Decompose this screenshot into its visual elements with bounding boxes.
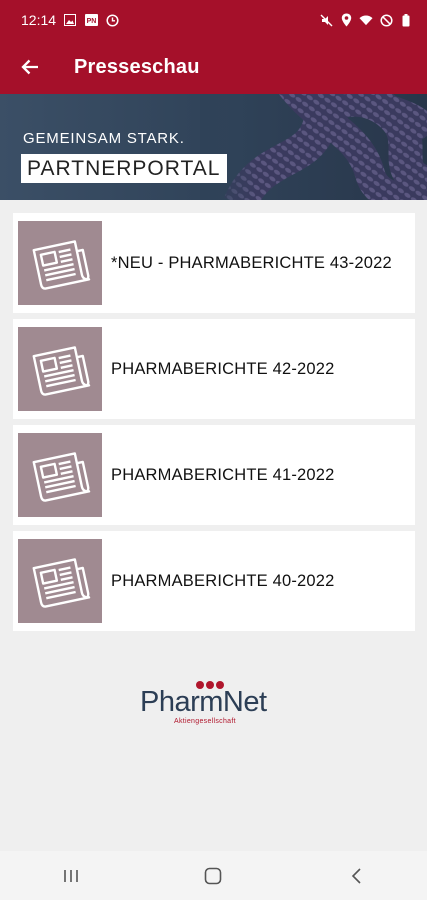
logo-wordmark: PharmNet [140, 686, 267, 718]
newspaper-icon [32, 452, 91, 502]
svg-text:PN: PN [86, 18, 96, 25]
item-label: PHARMABERICHTE 40-2022 [111, 572, 335, 590]
app-bar: Presseschau [0, 40, 427, 94]
list-item[interactable]: PHARMABERICHTE 40-2022 [13, 531, 415, 631]
mute-icon [319, 13, 333, 27]
newspaper-icon [32, 558, 91, 608]
battery-icon [399, 13, 413, 27]
item-label: *NEU - PHARMABERICHTE 43-2022 [111, 254, 392, 272]
pharmnet-logo: PharmNet Aktiengesellschaft [140, 678, 290, 732]
press-list: *NEU - PHARMABERICHTE 43-2022 PHARMABERI… [13, 213, 415, 637]
newspaper-thumbnail [18, 539, 102, 623]
newspaper-icon [32, 240, 91, 290]
arrow-left-icon [21, 59, 38, 75]
status-bar: 12:14 PN [0, 0, 427, 40]
home-icon [205, 867, 222, 884]
location-icon [339, 13, 353, 27]
newspaper-thumbnail [18, 221, 102, 305]
dnd-icon [379, 13, 393, 27]
newspaper-thumbnail [18, 433, 102, 517]
list-item[interactable]: PHARMABERICHTE 41-2022 [13, 425, 415, 525]
logo-subtitle: Aktiengesellschaft [174, 718, 236, 725]
system-nav-bar [0, 851, 427, 900]
back-button[interactable] [0, 40, 60, 94]
item-label: PHARMABERICHTE 42-2022 [111, 360, 335, 378]
recents-icon [64, 869, 78, 882]
image-icon [63, 13, 77, 27]
page-title: Presseschau [74, 55, 200, 78]
list-item[interactable]: PHARMABERICHTE 42-2022 [13, 319, 415, 419]
nav-back-button[interactable] [326, 856, 386, 896]
newspaper-icon [32, 346, 91, 396]
status-time: 12:14 [21, 12, 57, 28]
item-label: PHARMABERICHTE 41-2022 [111, 466, 335, 484]
recents-button[interactable] [41, 856, 101, 896]
list-item[interactable]: *NEU - PHARMABERICHTE 43-2022 [13, 213, 415, 313]
banner-portal-label: PARTNERPORTAL [21, 154, 227, 183]
back-icon [351, 867, 361, 884]
partner-banner: GEMEINSAM STARK. PARTNERPORTAL [0, 94, 427, 200]
wifi-icon [359, 13, 373, 27]
home-button[interactable] [183, 856, 243, 896]
banner-tagline: GEMEINSAM STARK. [23, 130, 185, 147]
pn-icon: PN [84, 13, 98, 27]
newspaper-thumbnail [18, 327, 102, 411]
rope-image [200, 94, 427, 200]
clock-icon [105, 13, 119, 27]
